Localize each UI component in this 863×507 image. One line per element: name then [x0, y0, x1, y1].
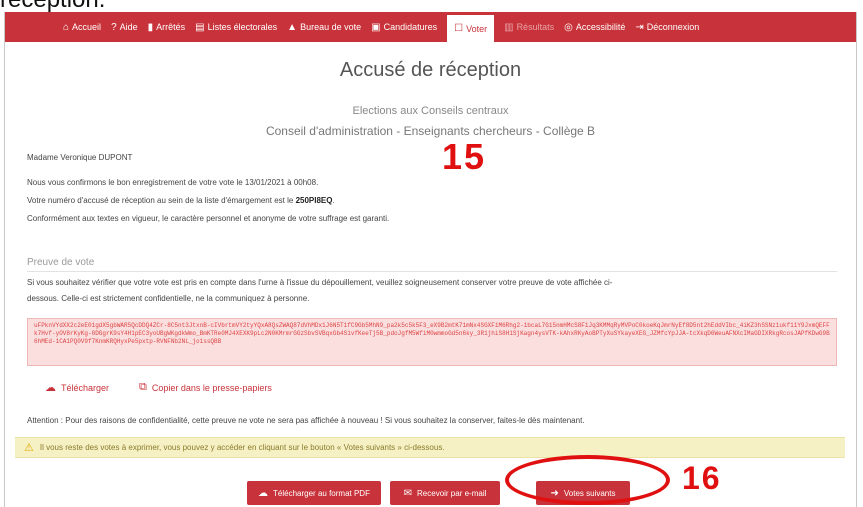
copy-icon: ⧉ [139, 381, 147, 393]
voting-app-frame: ⌂ Accueil ? Aide ▮ Arrêtés ▤ Listes électora… [4, 12, 857, 507]
confidentiality-warning: Attention : Pour des raisons de confiden… [27, 416, 585, 425]
receipt-number: 250PI8EQ [295, 196, 333, 205]
highlight-ellipse [505, 455, 670, 505]
copy-link-label: Copier dans le presse-papiers [151, 382, 272, 393]
section-divider [27, 271, 837, 272]
ballot-icon: ☐ [454, 23, 464, 34]
step-annotation-16: 16 [682, 460, 722, 496]
nav-item-label: Accueil [72, 22, 102, 32]
main-navigation: ⌂ Accueil ? Aide ▮ Arrêtés ▤ Listes électora… [5, 12, 856, 42]
nav-item-label: Aide [119, 22, 138, 32]
id-card-icon: ▣ [371, 21, 381, 33]
receive-by-email-button[interactable]: ✉ Recevoir par e-mail [390, 481, 500, 505]
voter-name: Madame Veronique DUPONT [27, 153, 133, 162]
document-icon: ▮ [147, 21, 154, 33]
nav-item-label: Arrêtés [156, 22, 186, 32]
nav-item-label: Déconnexion [646, 22, 700, 32]
nav-item-listes-electorales[interactable]: ▤ Listes électorales [195, 12, 277, 42]
envelope-icon: ✉ [403, 487, 413, 499]
receipt-prefix: Votre numéro d'accusé de réception au se… [27, 196, 294, 205]
proof-of-vote-heading: Preuve de vote [27, 257, 95, 268]
bar-chart-icon: ▥ [504, 21, 514, 33]
logout-icon: ⇥ [635, 21, 644, 33]
nav-item-label: Bureau de vote [300, 22, 362, 32]
vote-confirmation-text: Nous vous confirmons le bon enregistreme… [27, 178, 319, 187]
nav-item-deconnexion[interactable]: ⇥ Déconnexion [635, 12, 699, 42]
warning-icon: ⚠ [24, 442, 34, 454]
nav-item-label: Candidatures [383, 22, 438, 32]
nav-item-label: Accessibilité [575, 22, 626, 32]
privacy-text: Conformément aux textes en vigueur, le c… [27, 214, 390, 223]
download-pdf-button[interactable]: ☁ Télécharger au format PDF [247, 481, 381, 505]
nav-item-label: Listes électorales [207, 22, 278, 32]
notice-text: Il vous reste des votes à exprimer, vous… [39, 443, 445, 452]
nav-item-aide[interactable]: ? Aide [111, 12, 138, 42]
nav-item-label: Résultats [516, 22, 555, 32]
proof-of-vote-code: uFPknVYdXX2c2eE01gdX5gbWAR5QcDDQ4ZCr-8C5… [34, 322, 830, 345]
proof-info-text-2: dessous. Celle-ci est strictement confid… [27, 294, 310, 303]
nav-item-bureau-de-vote[interactable]: ▲ Bureau de vote [287, 12, 361, 42]
nav-item-label: Voter [466, 23, 488, 34]
remaining-votes-notice: ⚠ Il vous reste des votes à exprimer, vo… [15, 437, 845, 458]
download-proof-link[interactable]: ☁ Télécharger [45, 381, 109, 394]
page-title: Accusé de réception [339, 59, 522, 81]
nav-item-voter[interactable]: ☐ Voter [447, 12, 495, 42]
cloud-download-icon: ☁ [45, 382, 56, 394]
nav-item-candidatures[interactable]: ▣ Candidatures [371, 12, 437, 42]
nav-item-resultats[interactable]: ▥ Résultats [504, 12, 554, 42]
help-icon: ? [111, 21, 117, 33]
nav-item-accueil[interactable]: ⌂ Accueil [63, 12, 101, 42]
receipt-number-line: Votre numéro d'accusé de réception au se… [27, 196, 335, 205]
proof-of-vote-box[interactable]: uFPknVYdXX2c2eE01gdX5gbWAR5QcDDQ4ZCr-8C5… [27, 318, 837, 366]
accessibility-icon: ◎ [564, 21, 573, 33]
download-pdf-label: Télécharger au format PDF [273, 488, 370, 498]
proof-info-text-1: Si vous souhaitez vérifier que votre vot… [27, 278, 613, 287]
nav-item-arretes[interactable]: ▮ Arrêtés [148, 12, 186, 42]
election-subtitle: Elections aux Conseils centraux [352, 105, 509, 117]
home-icon: ⌂ [63, 21, 70, 33]
list-icon: ▤ [195, 21, 205, 33]
copy-to-clipboard-link[interactable]: ⧉ Copier dans le presse-papiers [139, 381, 272, 394]
download-link-label: Télécharger [61, 382, 110, 393]
people-icon: ▲ [287, 21, 298, 33]
receive-email-label: Recevoir par e-mail [417, 488, 487, 498]
cloud-download-icon: ☁ [258, 487, 269, 499]
step-annotation-15: 15 [442, 136, 487, 177]
council-subtitle: Conseil d'administration - Enseignants c… [265, 124, 596, 138]
nav-item-accessibilite[interactable]: ◎ Accessibilité [564, 12, 625, 42]
